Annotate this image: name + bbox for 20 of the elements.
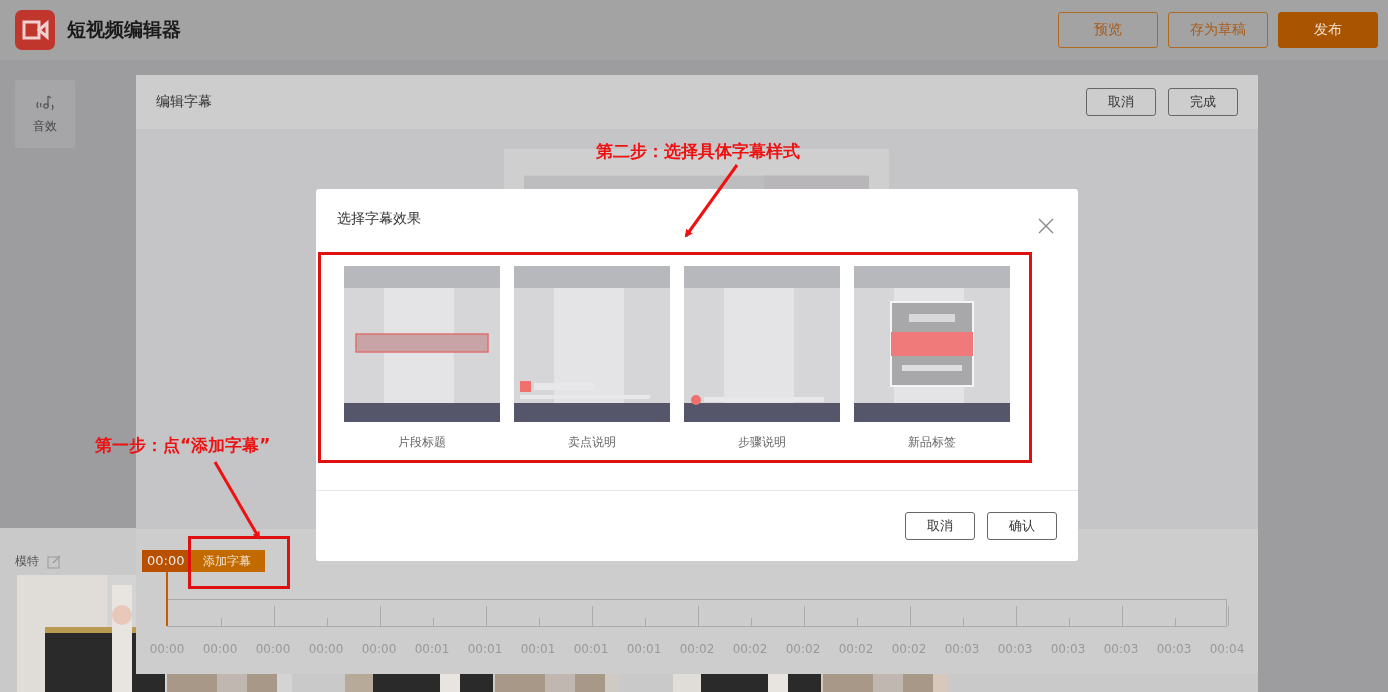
add-subtitle-button[interactable]: 添加字幕 [189, 550, 266, 572]
app-title: 短视频编辑器 [67, 17, 181, 42]
subtitle-style-option[interactable]: 新品标签 [854, 266, 1010, 466]
logo-icon [15, 10, 55, 50]
close-icon[interactable] [1038, 218, 1054, 234]
dialog-button[interactable]: 确认 [987, 512, 1057, 540]
sound-icon [35, 93, 55, 112]
panel-button[interactable]: 完成 [1168, 88, 1238, 116]
annotation-text: 第一步：点“添加字幕” [95, 434, 271, 457]
edit-icon[interactable] [47, 554, 61, 569]
dialog-title: 选择字幕效果 [337, 210, 421, 228]
panel-button[interactable]: 取消 [1086, 88, 1156, 116]
timeline-track[interactable] [167, 599, 1227, 627]
sidebar-item[interactable]: 音效 [15, 80, 75, 148]
subtitle-style-option[interactable]: 片段标题 [344, 266, 500, 466]
material-label: 模特 [15, 553, 39, 570]
dialog-button[interactable]: 取消 [905, 512, 975, 540]
current-time: 00:00 [142, 550, 190, 572]
panel-title: 编辑字幕 [156, 93, 212, 111]
publish-button[interactable]: 发布 [1278, 12, 1378, 48]
